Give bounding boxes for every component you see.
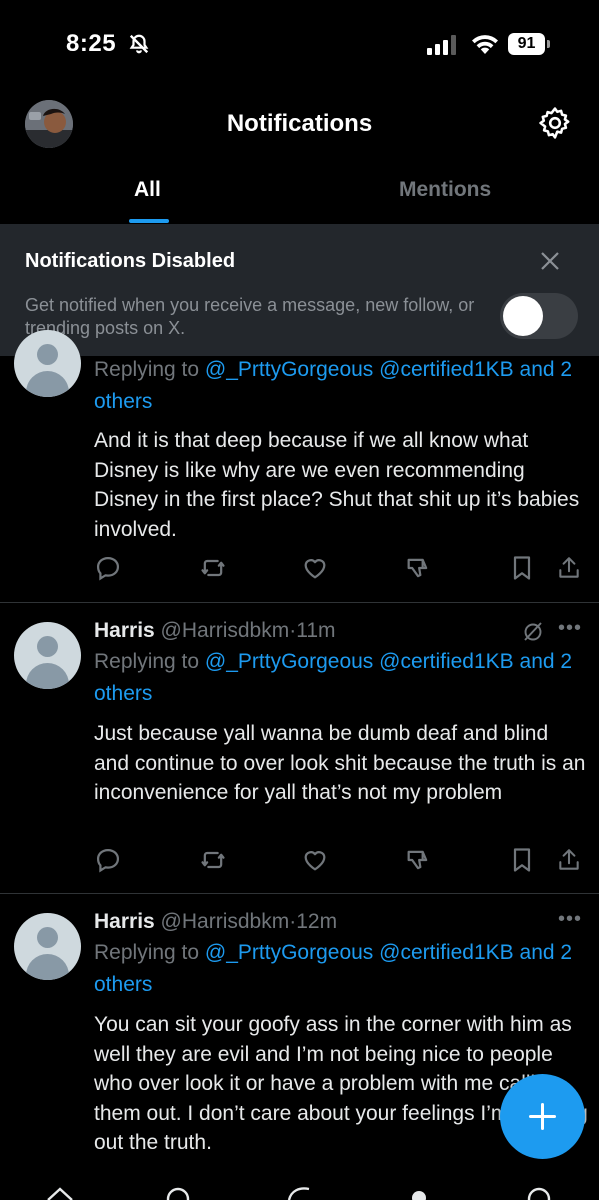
tab-all[interactable]: All — [134, 178, 161, 202]
post-header: Harris @Harrisdbkm·11m — [94, 619, 336, 643]
repost-icon[interactable] — [198, 846, 228, 874]
avatar[interactable] — [14, 622, 81, 689]
post-text: And it is that deep because if we all kn… — [94, 429, 580, 541]
cellular-signal-icon — [427, 35, 456, 55]
post-1[interactable]: Replying to @_PrttyGorgeous @certified1K… — [0, 330, 599, 602]
post-3[interactable]: Harris @Harrisdbkm·12m ••• Replying to @… — [0, 894, 599, 1194]
more-icon[interactable]: ••• — [558, 617, 582, 640]
close-icon[interactable] — [539, 250, 561, 272]
post-header: Harris @Harrisdbkm·12m — [94, 910, 337, 934]
mute-thread-icon[interactable] — [521, 619, 545, 643]
banner-title: Notifications Disabled — [25, 250, 236, 272]
more-icon[interactable]: ••• — [558, 908, 582, 931]
mention-link[interactable]: @certified1KB — [379, 358, 514, 381]
header: Notifications All Mentions — [0, 90, 599, 224]
replying-and: and — [519, 941, 555, 964]
repost-icon[interactable] — [198, 554, 228, 582]
post-text: Just because yall wanna be dumb deaf and… — [94, 722, 586, 804]
home-icon[interactable] — [46, 1185, 74, 1200]
share-icon[interactable] — [556, 846, 582, 874]
communities-icon[interactable] — [405, 1185, 433, 1200]
post-actions — [94, 846, 589, 876]
post-actions — [94, 554, 589, 584]
avatar-head — [37, 636, 58, 657]
compose-button[interactable] — [500, 1074, 585, 1159]
author-handle[interactable]: @Harrisdbkm — [161, 619, 290, 642]
post-time: 12m — [296, 910, 338, 933]
battery-level: 91 — [508, 33, 545, 55]
active-tab-indicator — [129, 219, 169, 223]
page-title: Notifications — [226, 110, 373, 137]
bookmark-icon[interactable] — [510, 554, 534, 582]
mention-link[interactable]: @_PrttyGorgeous — [205, 650, 373, 673]
notifications-disabled-banner: Notifications Disabled Get notified when… — [0, 224, 599, 356]
replying-to: Replying to @_PrttyGorgeous @certified1K… — [94, 354, 589, 418]
search-icon[interactable] — [165, 1185, 193, 1200]
share-icon[interactable] — [556, 554, 582, 582]
replying-and: and — [519, 358, 555, 381]
mention-link[interactable]: @_PrttyGorgeous — [205, 358, 373, 381]
banner-description: Get notified when you receive a message,… — [25, 295, 475, 338]
replying-prefix: Replying to — [94, 941, 200, 964]
avatar[interactable] — [14, 913, 81, 980]
author-name[interactable]: Harris — [94, 910, 155, 933]
author-name[interactable]: Harris — [94, 619, 155, 642]
replying-to: Replying to @_PrttyGorgeous @certified1K… — [94, 646, 589, 710]
avatar-shoulders — [26, 371, 69, 397]
post-2[interactable]: Harris @Harrisdbkm·11m ••• Replying to @… — [0, 603, 599, 893]
bookmark-icon[interactable] — [510, 846, 534, 874]
like-icon[interactable] — [301, 846, 329, 874]
bottom-navigation — [0, 1185, 599, 1200]
mention-link[interactable]: @certified1KB — [379, 941, 514, 964]
tab-mentions[interactable]: Mentions — [399, 178, 491, 202]
avatar-head — [37, 927, 58, 948]
post-time: 11m — [296, 619, 336, 642]
avatar-shoulders — [26, 663, 69, 689]
mention-link[interactable]: @certified1KB — [379, 650, 514, 673]
mention-link[interactable]: @_PrttyGorgeous — [205, 941, 373, 964]
status-bar: 8:25 91 — [0, 0, 599, 90]
bell-off-icon — [129, 34, 149, 54]
reply-icon[interactable] — [94, 846, 122, 874]
status-time: 8:25 — [66, 30, 117, 57]
battery-indicator: 91 — [508, 33, 550, 55]
downvote-icon[interactable] — [404, 554, 432, 582]
notifications-toggle[interactable] — [500, 293, 578, 339]
author-handle[interactable]: @Harrisdbkm — [161, 910, 290, 933]
downvote-icon[interactable] — [404, 846, 432, 874]
battery-tip — [547, 40, 550, 48]
replying-prefix: Replying to — [94, 358, 200, 381]
replying-and: and — [519, 650, 555, 673]
reply-icon[interactable] — [94, 554, 122, 582]
avatar-shoulders — [26, 954, 69, 980]
gear-icon[interactable] — [538, 106, 572, 140]
avatar-head — [37, 344, 58, 365]
replying-to: Replying to @_PrttyGorgeous @certified1K… — [94, 937, 589, 1001]
grok-icon[interactable] — [285, 1185, 313, 1200]
messages-icon[interactable] — [525, 1185, 553, 1200]
like-icon[interactable] — [301, 554, 329, 582]
wifi-icon — [472, 35, 498, 54]
toggle-knob — [503, 296, 543, 336]
compose-icon-vertical — [541, 1103, 544, 1130]
avatar[interactable] — [14, 330, 81, 397]
replying-prefix: Replying to — [94, 650, 200, 673]
